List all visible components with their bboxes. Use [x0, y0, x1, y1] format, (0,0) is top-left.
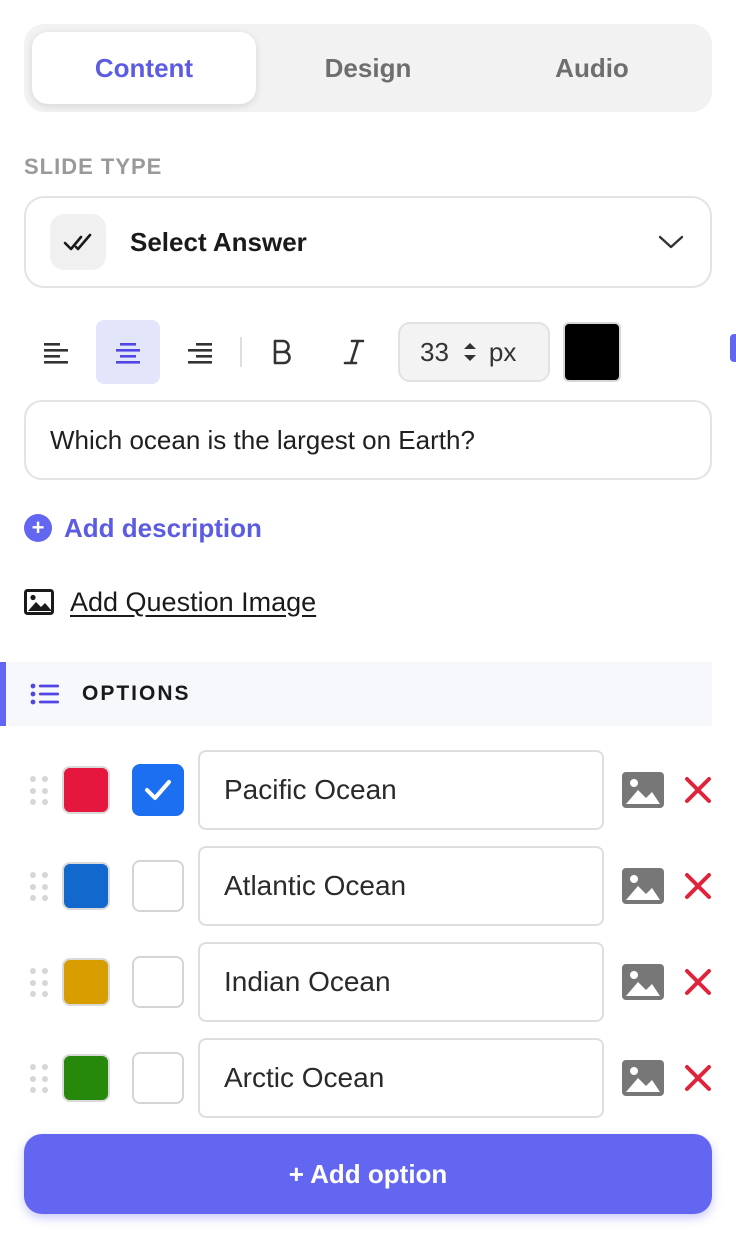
option-row: Atlantic Ocean	[0, 846, 736, 926]
option-color-swatch[interactable]	[62, 958, 110, 1006]
option-image-icon[interactable]	[622, 1058, 664, 1098]
option-text-input[interactable]: Atlantic Ocean	[198, 846, 604, 926]
add-question-image-link[interactable]: Add Question Image	[24, 582, 316, 622]
bold-icon	[273, 339, 291, 365]
option-row: Arctic Ocean	[0, 1038, 736, 1118]
image-icon	[24, 589, 54, 615]
options-title: OPTIONS	[82, 682, 191, 705]
stepper-arrows-icon[interactable]	[463, 342, 477, 362]
slide-type-label: SLIDE TYPE	[24, 154, 163, 179]
options-section-header: OPTIONS	[0, 662, 712, 726]
option-row: Indian Ocean	[0, 942, 736, 1022]
option-color-swatch[interactable]	[62, 1054, 110, 1102]
question-input[interactable]: Which ocean is the largest on Earth?	[24, 400, 712, 480]
text-color-swatch[interactable]	[563, 322, 621, 382]
option-row: Pacific Ocean	[0, 750, 736, 830]
drag-handle-icon[interactable]	[30, 1064, 50, 1094]
tab-bar: Content Design Audio	[24, 24, 712, 112]
slide-editor-panel: Content Design Audio SLIDE TYPE Select A…	[0, 0, 736, 1250]
delete-option-icon[interactable]	[684, 872, 712, 900]
font-size-value[interactable]: 33	[420, 337, 449, 368]
option-image-icon[interactable]	[622, 866, 664, 906]
correct-answer-checkbox[interactable]	[132, 860, 184, 912]
slide-type-select[interactable]: Select Answer	[24, 196, 712, 288]
font-size-stepper[interactable]: 33 px	[398, 322, 550, 382]
option-text-input[interactable]: Arctic Ocean	[198, 1038, 604, 1118]
option-color-swatch[interactable]	[62, 862, 110, 910]
correct-answer-checkbox[interactable]	[132, 956, 184, 1008]
bold-button[interactable]	[250, 320, 314, 384]
tab-content[interactable]: Content	[32, 32, 256, 104]
delete-option-icon[interactable]	[684, 968, 712, 996]
drag-handle-icon[interactable]	[30, 968, 50, 998]
drag-handle-icon[interactable]	[30, 872, 50, 902]
correct-answer-checkbox[interactable]	[132, 1052, 184, 1104]
double-check-icon	[50, 214, 106, 270]
font-size-unit: px	[488, 336, 517, 367]
delete-option-icon[interactable]	[684, 1064, 712, 1092]
option-text-input[interactable]: Pacific Ocean	[198, 750, 604, 830]
plus-circle-icon: +	[24, 514, 52, 542]
add-question-image-label: Add Question Image	[70, 586, 317, 617]
tab-audio[interactable]: Audio	[480, 32, 704, 104]
align-right-button[interactable]	[168, 320, 232, 384]
chevron-down-icon	[656, 227, 686, 257]
side-panel-handle[interactable]	[730, 334, 736, 362]
italic-icon	[343, 339, 365, 365]
delete-option-icon[interactable]	[684, 776, 712, 804]
slide-type-value: Select Answer	[130, 226, 307, 257]
italic-button[interactable]	[322, 320, 386, 384]
option-text-input[interactable]: Indian Ocean	[198, 942, 604, 1022]
drag-handle-icon[interactable]	[30, 776, 50, 806]
option-image-icon[interactable]	[622, 770, 664, 810]
align-left-icon	[44, 343, 68, 364]
correct-answer-checkbox[interactable]	[132, 764, 184, 816]
text-format-toolbar	[24, 320, 394, 384]
add-option-button[interactable]: + Add option	[24, 1134, 712, 1214]
add-description-button[interactable]: + Add description	[24, 508, 262, 548]
option-color-swatch[interactable]	[62, 766, 110, 814]
align-left-button[interactable]	[24, 320, 88, 384]
add-description-label: Add description	[64, 512, 262, 543]
align-center-icon	[116, 343, 140, 364]
option-image-icon[interactable]	[622, 962, 664, 1002]
align-right-icon	[188, 343, 212, 364]
align-center-button[interactable]	[96, 320, 160, 384]
checkmark-icon	[145, 780, 171, 800]
list-icon	[30, 683, 59, 705]
toolbar-divider	[240, 337, 242, 367]
tab-design[interactable]: Design	[256, 32, 480, 104]
